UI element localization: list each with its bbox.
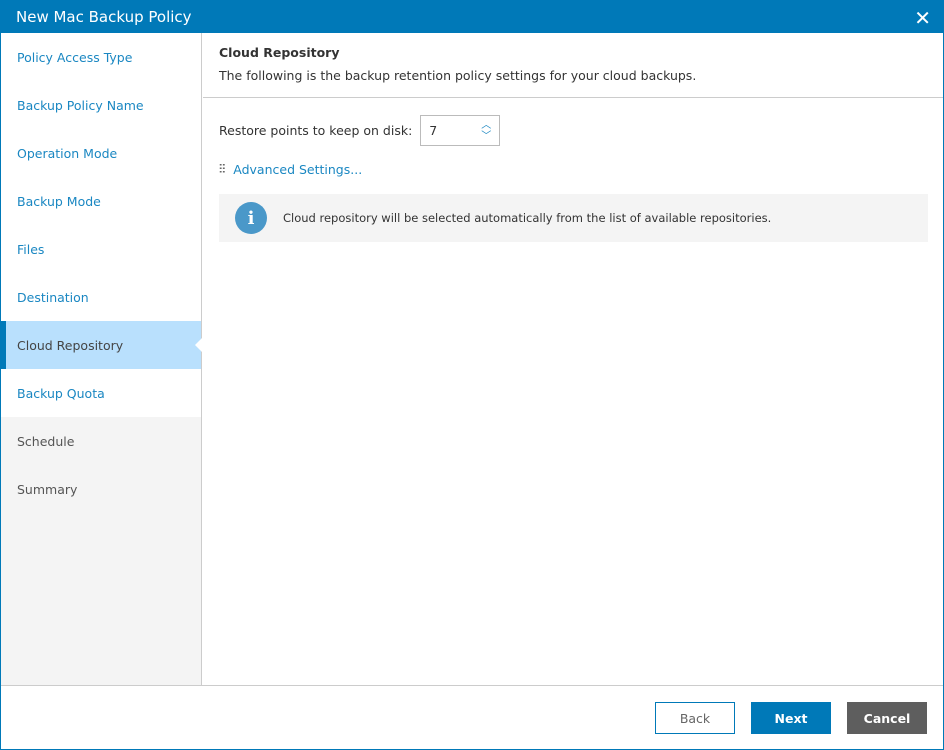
chevron-up-icon[interactable]: ︿ xyxy=(481,120,491,131)
dialog-title: New Mac Backup Policy xyxy=(16,8,192,26)
step-operation-mode[interactable]: Operation Mode xyxy=(1,129,201,177)
info-icon: i xyxy=(235,202,267,234)
chevron-down-icon[interactable]: ﹀ xyxy=(481,131,491,142)
step-schedule: Schedule xyxy=(17,433,75,449)
step-destination[interactable]: Destination xyxy=(1,273,201,321)
title-bar: New Mac Backup Policy ✕ xyxy=(1,1,943,33)
restore-points-row: Restore points to keep on disk: 7 ︿ ﹀ xyxy=(219,115,501,146)
section-subtitle: The following is the backup retention po… xyxy=(219,68,697,83)
next-button[interactable]: Next xyxy=(751,702,831,734)
dialog: New Mac Backup Policy ✕ Policy Access Typ… xyxy=(0,0,944,750)
step-backup-mode[interactable]: Backup Mode xyxy=(1,177,201,225)
advanced-settings-label[interactable]: Advanced Settings... xyxy=(233,162,362,177)
close-icon[interactable]: ✕ xyxy=(914,6,931,30)
step-backup-policy-name[interactable]: Backup Policy Name xyxy=(1,81,201,129)
content: Cloud Repository The following is the bac… xyxy=(203,33,943,685)
cancel-button[interactable]: Cancel xyxy=(847,702,927,734)
step-policy-access-type[interactable]: Policy Access Type xyxy=(1,33,201,81)
info-banner: i Cloud repository will be selected autom… xyxy=(219,194,928,242)
advanced-settings-link[interactable]: ⫶⫶ Advanced Settings... xyxy=(219,161,362,177)
step-summary: Summary xyxy=(17,481,78,497)
wizard-steps: Policy Access Type Backup Policy Name Oper… xyxy=(1,33,202,685)
step-files[interactable]: Files xyxy=(1,225,201,273)
restore-points-stepper[interactable]: 7 ︿ ﹀ xyxy=(420,115,501,146)
info-text: Cloud repository will be selected automa… xyxy=(283,211,772,225)
section-title: Cloud Repository xyxy=(219,45,340,60)
step-cloud-repository[interactable]: Cloud Repository xyxy=(1,321,202,369)
footer: Back Next Cancel xyxy=(1,685,943,749)
back-button[interactable]: Back xyxy=(655,702,735,734)
step-backup-quota[interactable]: Backup Quota xyxy=(1,369,201,417)
sliders-icon: ⫶⫶ xyxy=(219,161,226,176)
restore-points-label: Restore points to keep on disk: xyxy=(219,123,413,138)
restore-points-value[interactable]: 7 xyxy=(429,123,437,138)
section-header: Cloud Repository The following is the bac… xyxy=(203,33,943,98)
